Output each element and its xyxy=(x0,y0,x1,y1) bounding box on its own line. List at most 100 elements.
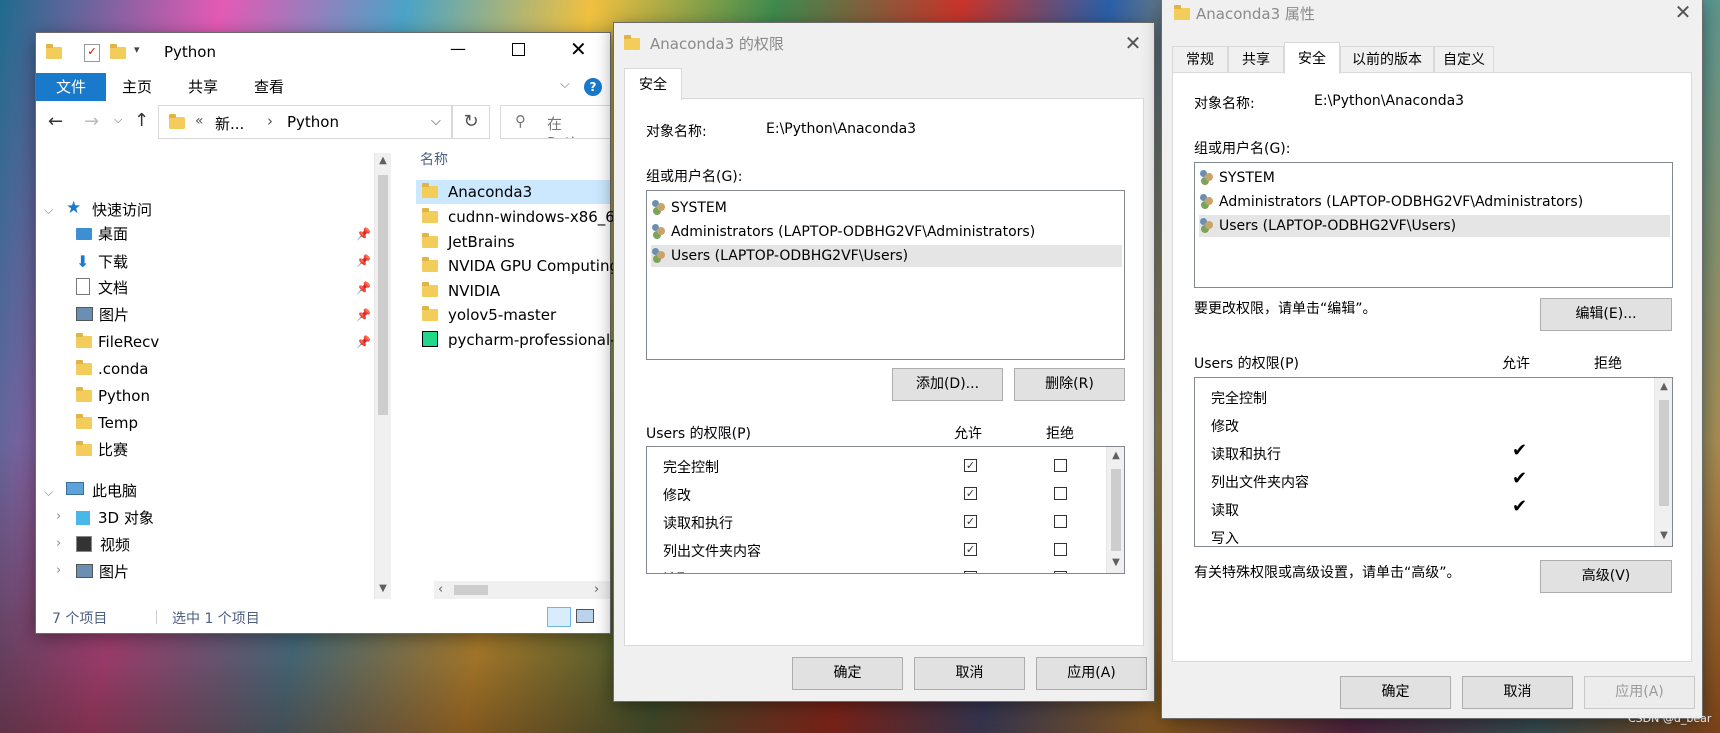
nav-this-pc[interactable]: 此电脑 xyxy=(92,480,137,501)
recent-dropdown-icon[interactable]: ⌵ xyxy=(114,113,122,127)
nav-item-pictures[interactable]: 图片 xyxy=(76,302,129,329)
quick-access-chevron-icon[interactable]: ⌵ xyxy=(44,203,53,218)
scroll-up-icon[interactable]: ▲ xyxy=(375,155,391,166)
nav-item-videos[interactable]: 视频 xyxy=(76,532,130,559)
deny-checkbox-modify[interactable] xyxy=(1054,487,1067,500)
allow-checkbox-list-folder[interactable]: ✓ xyxy=(964,543,977,556)
scroll-right-icon[interactable]: › xyxy=(594,582,599,597)
file-row-pycharm[interactable]: pycharm-professional- xyxy=(416,328,616,353)
allow-checkbox-modify[interactable]: ✓ xyxy=(964,487,977,500)
scroll-down-icon[interactable]: ▼ xyxy=(1107,557,1124,568)
nav-item-conda[interactable]: .conda xyxy=(76,356,148,383)
deny-checkbox-list-folder[interactable] xyxy=(1054,543,1067,556)
nav-item-python[interactable]: Python xyxy=(76,383,150,410)
ribbon-tab-share[interactable]: 共享 xyxy=(188,73,218,101)
allow-checkbox-full-control[interactable]: ✓ xyxy=(964,459,977,472)
new-folder-quick-icon[interactable] xyxy=(110,44,126,62)
nav-scrollbar[interactable]: ▲ ▼ xyxy=(374,153,391,599)
tab-security[interactable]: 安全 xyxy=(624,68,682,100)
breadcrumb-parent[interactable]: 新... xyxy=(215,113,244,134)
this-pc-chevron-icon[interactable]: ⌵ xyxy=(44,485,53,500)
nav-item-3d-objects[interactable]: 3D 对象 xyxy=(76,505,154,532)
user-row-system[interactable]: SYSTEM xyxy=(651,197,727,219)
properties-quick-icon[interactable]: ✓ xyxy=(84,44,100,62)
expand-chevron-icon[interactable]: › xyxy=(56,536,61,551)
minimize-button[interactable]: — xyxy=(450,39,466,58)
scroll-down-icon[interactable]: ▼ xyxy=(375,583,391,594)
tab-general[interactable]: 常规 xyxy=(1172,46,1228,72)
file-row-yolov5[interactable]: yolov5-master xyxy=(416,303,556,328)
allow-checkbox-read[interactable]: ✓ xyxy=(964,571,977,573)
nav-item-desktop[interactable]: 桌面 xyxy=(76,221,128,248)
nav-item-documents[interactable]: 文档 xyxy=(76,275,128,302)
pin-icon[interactable]: 📌 xyxy=(356,308,371,322)
pin-icon[interactable]: 📌 xyxy=(356,254,371,268)
large-icons-view-icon[interactable] xyxy=(576,609,594,623)
ribbon-expand-icon[interactable]: ⌵ xyxy=(560,77,570,92)
ok-button[interactable]: 确定 xyxy=(792,657,903,690)
forward-icon[interactable]: → xyxy=(84,111,99,132)
close-button[interactable]: ✕ xyxy=(1668,0,1698,27)
address-bar[interactable]: « 新... › Python ⌵ xyxy=(158,105,452,139)
pin-icon[interactable]: 📌 xyxy=(356,281,371,295)
deny-checkbox-read[interactable] xyxy=(1054,571,1067,573)
file-row-jetbrains[interactable]: JetBrains xyxy=(416,230,515,255)
pin-icon[interactable]: 📌 xyxy=(356,227,371,241)
file-hscrollbar[interactable]: ‹ › xyxy=(434,581,610,599)
back-icon[interactable]: ← xyxy=(48,111,63,132)
tab-customize[interactable]: 自定义 xyxy=(1434,46,1494,72)
permission-scrollbar[interactable]: ▲ ▼ xyxy=(1654,378,1672,546)
user-row-administrators[interactable]: Administrators (LAPTOP-ODBHG2VF\Administ… xyxy=(651,221,1035,243)
apply-button[interactable]: 应用(A) xyxy=(1036,657,1147,690)
address-dropdown-icon[interactable]: ⌵ xyxy=(431,114,441,129)
details-view-icon[interactable] xyxy=(547,607,571,627)
file-row-nvidia[interactable]: NVIDIA xyxy=(416,279,500,304)
nav-item-temp[interactable]: Temp xyxy=(76,410,138,437)
nav-item-competition[interactable]: 比赛 xyxy=(76,437,128,464)
tab-sharing[interactable]: 共享 xyxy=(1228,46,1284,72)
search-box[interactable]: ⚲ 在 Python 中 xyxy=(500,105,610,139)
file-row-anaconda3[interactable]: Anaconda3 xyxy=(416,180,532,205)
hscroll-thumb[interactable] xyxy=(454,585,488,595)
remove-button[interactable]: 删除(R) xyxy=(1014,368,1125,401)
file-row-nvida-gpu[interactable]: NVIDA GPU Computing xyxy=(416,254,619,279)
cancel-button[interactable]: 取消 xyxy=(1462,676,1573,709)
allow-checkbox-read-execute[interactable]: ✓ xyxy=(964,515,977,528)
ribbon-tab-view[interactable]: 查看 xyxy=(254,73,284,101)
close-button[interactable]: ✕ xyxy=(570,37,587,61)
help-icon[interactable]: ? xyxy=(584,78,602,96)
nav-item-downloads[interactable]: ⬇ 下载 xyxy=(76,248,128,275)
quick-access-dropdown-icon[interactable]: ▾ xyxy=(134,43,140,56)
deny-checkbox-read-execute[interactable] xyxy=(1054,515,1067,528)
nav-quick-access[interactable]: 快速访问 xyxy=(92,199,152,220)
breadcrumb-current[interactable]: Python xyxy=(287,113,339,131)
pin-icon[interactable]: 📌 xyxy=(356,335,371,349)
user-row-users[interactable]: Users (LAPTOP-ODBHG2VF\Users) xyxy=(1199,215,1670,237)
ribbon-tab-home[interactable]: 主页 xyxy=(122,73,152,101)
tab-previous-versions[interactable]: 以前的版本 xyxy=(1340,46,1434,72)
refresh-button[interactable]: ↻ xyxy=(452,105,490,139)
file-row-cudnn[interactable]: cudnn-windows-x86_6 xyxy=(416,205,615,230)
user-row-users[interactable]: Users (LAPTOP-ODBHG2VF\Users) xyxy=(651,245,1122,267)
advanced-button[interactable]: 高级(V) xyxy=(1540,560,1672,593)
cancel-button[interactable]: 取消 xyxy=(914,657,1025,690)
apply-button[interactable]: 应用(A) xyxy=(1584,676,1695,709)
close-button[interactable]: ✕ xyxy=(1118,28,1148,58)
permission-scrollbar-thumb[interactable] xyxy=(1111,469,1121,551)
scroll-left-icon[interactable]: ‹ xyxy=(438,582,443,597)
user-row-system[interactable]: SYSTEM xyxy=(1199,167,1275,189)
nav-item-pc-pictures[interactable]: 图片 xyxy=(76,559,129,586)
expand-chevron-icon[interactable]: › xyxy=(56,563,61,578)
user-row-administrators[interactable]: Administrators (LAPTOP-ODBHG2VF\Administ… xyxy=(1199,191,1583,213)
nav-item-filerecv[interactable]: FileRecv xyxy=(76,329,159,356)
tab-security[interactable]: 安全 xyxy=(1284,42,1340,74)
scroll-up-icon[interactable]: ▲ xyxy=(1655,381,1672,392)
ok-button[interactable]: 确定 xyxy=(1340,676,1451,709)
maximize-button[interactable] xyxy=(512,43,525,56)
column-header-name[interactable]: 名称 xyxy=(420,149,448,169)
permission-scrollbar[interactable]: ▲ ▼ xyxy=(1106,447,1124,573)
nav-scrollbar-thumb[interactable] xyxy=(378,175,388,415)
ribbon-tab-file[interactable]: 文件 xyxy=(36,73,106,101)
permission-scrollbar-thumb[interactable] xyxy=(1659,400,1669,506)
add-button[interactable]: 添加(D)... xyxy=(892,368,1003,401)
